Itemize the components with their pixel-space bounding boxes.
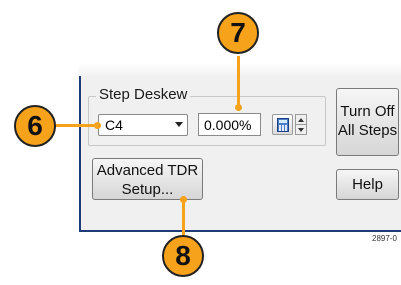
channel-select-value: C4 — [105, 117, 123, 133]
calculator-icon — [277, 118, 289, 132]
turn-off-line2: All Steps — [337, 122, 398, 139]
help-label: Help — [352, 176, 383, 193]
callout-8-leader — [182, 200, 185, 235]
channel-select[interactable]: C4 — [98, 114, 188, 136]
callout-6-leader — [56, 124, 96, 127]
calculator-button[interactable] — [272, 114, 293, 135]
callout-7-leader — [237, 56, 240, 106]
callout-8-dot — [180, 196, 187, 203]
callout-7-dot — [235, 104, 242, 111]
spin-down-icon[interactable] — [296, 125, 306, 135]
deskew-value-text: 0.000% — [204, 117, 252, 133]
turn-off-line1: Turn Off — [340, 103, 395, 120]
spin-up-icon[interactable] — [296, 115, 306, 125]
callout-8: 8 — [162, 235, 204, 277]
step-deskew-label: Step Deskew — [96, 86, 191, 104]
advanced-line1: Advanced TDR — [96, 162, 199, 179]
calculator-screen — [279, 120, 287, 123]
figure-id: 2897-0 — [372, 234, 397, 243]
help-button[interactable]: Help — [336, 169, 399, 200]
callout-6-dot — [94, 122, 101, 129]
chevron-down-icon — [175, 122, 183, 127]
turn-off-all-steps-button[interactable]: Turn Off All Steps — [336, 88, 399, 156]
calculator-keys — [279, 125, 287, 131]
deskew-spinner[interactable] — [295, 114, 307, 135]
callout-6: 6 — [14, 105, 56, 147]
advanced-tdr-setup-button[interactable]: Advanced TDR Setup... — [92, 158, 203, 200]
callout-7: 7 — [217, 12, 259, 54]
deskew-value-field[interactable]: 0.000% — [198, 113, 261, 136]
